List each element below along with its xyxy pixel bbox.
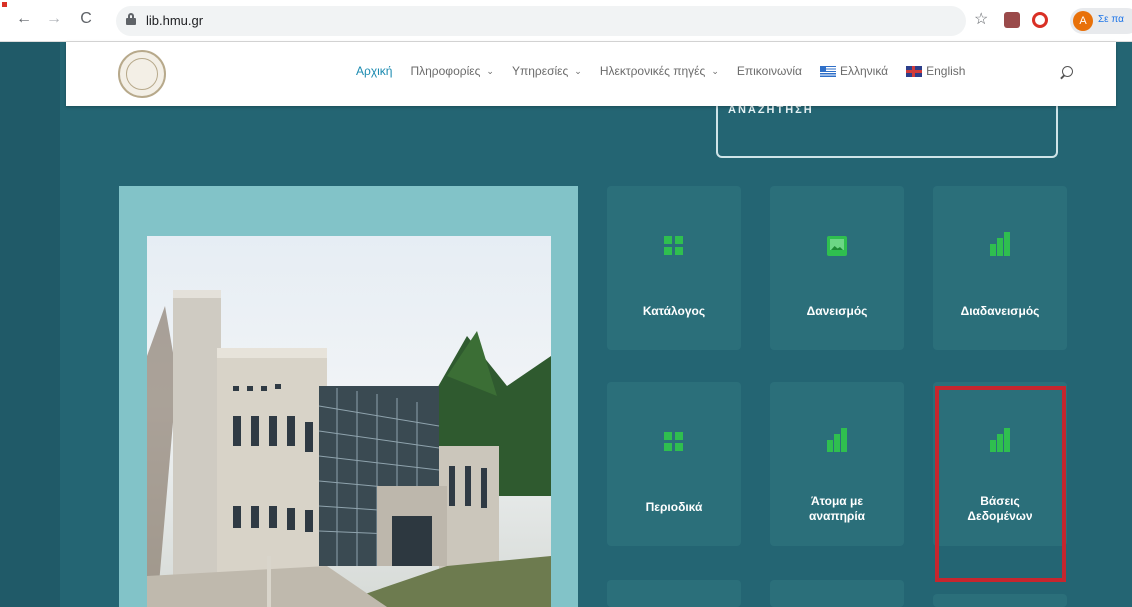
search-icon[interactable] [1060, 66, 1074, 80]
chevron-down-icon: ⌄ [574, 65, 582, 76]
uk-flag-icon [906, 65, 923, 77]
lang-label: English [926, 64, 966, 78]
tile-lending[interactable]: Δανεισμός [770, 186, 904, 350]
tile-interlibrary-loan[interactable]: Διαδανεισμός [933, 186, 1067, 350]
nav-label: Αρχική [356, 64, 393, 78]
nav-item-services[interactable]: Υπηρεσίες ⌄ [512, 64, 582, 78]
tile-partial[interactable] [933, 594, 1067, 607]
tile-label: Άτομα με αναπηρία [808, 494, 866, 523]
main-nav: Αρχική Πληροφορίες ⌄ Υπηρεσίες ⌄ Ηλεκτρονι… [356, 64, 983, 78]
profile-button[interactable]: A Σε πα [1070, 8, 1132, 34]
nav-item-e-resources[interactable]: Ηλεκτρονικές πηγές ⌄ [600, 64, 719, 78]
lock-icon [126, 13, 136, 25]
nav-label: Πληροφορίες [410, 64, 481, 78]
nav-item-info[interactable]: Πληροφορίες ⌄ [410, 64, 493, 78]
bar-chart-icon [827, 428, 849, 452]
extension-icon[interactable] [1004, 12, 1020, 28]
nav-label: Επικοινωνία [736, 64, 802, 78]
chevron-down-icon: ⌄ [711, 65, 719, 76]
tile-label: Περιοδικά [645, 500, 703, 514]
university-logo[interactable] [118, 50, 166, 98]
tile-label: Κατάλογος [642, 304, 706, 318]
address-bar[interactable]: lib.hmu.gr [116, 6, 966, 36]
bar-chart-icon [990, 232, 1012, 256]
image-icon [827, 236, 847, 256]
lang-greek-link[interactable]: Ελληνικά [819, 64, 889, 78]
nav-item-home[interactable]: Αρχική [356, 64, 392, 78]
tile-partial[interactable] [770, 580, 904, 607]
url-text: lib.hmu.gr [146, 13, 204, 28]
library-building-photo [147, 236, 551, 607]
nav-label: Ηλεκτρονικές πηγές [599, 64, 706, 78]
avatar: A [1073, 11, 1093, 31]
greek-flag-icon [819, 65, 836, 77]
nav-label: Υπηρεσίες [511, 64, 569, 78]
back-arrow-icon[interactable]: ← [14, 10, 34, 28]
reload-icon[interactable]: C [76, 10, 96, 28]
lang-label: Ελληνικά [839, 64, 889, 78]
tile-label: Διαδανεισμός [960, 304, 1040, 318]
chevron-down-icon: ⌄ [486, 65, 494, 76]
site-header: Αρχική Πληροφορίες ⌄ Υπηρεσίες ⌄ Ηλεκτρονι… [66, 42, 1116, 106]
tile-journals[interactable]: Περιοδικά [607, 382, 741, 546]
bookmark-star-icon[interactable]: ☆ [974, 9, 994, 29]
page-left-margin [0, 42, 60, 607]
tile-catalog[interactable]: Κατάλογος [607, 186, 741, 350]
search-box[interactable]: ΑΝΑΖΗΤΗΣΗ [716, 100, 1058, 158]
highlight-box [935, 386, 1066, 582]
tile-accessibility[interactable]: Άτομα με αναπηρία [770, 382, 904, 546]
grid-icon [664, 236, 684, 256]
recording-indicator [2, 2, 7, 7]
tile-partial[interactable] [607, 580, 741, 607]
extension-target-icon[interactable] [1032, 12, 1048, 28]
browser-toolbar: ← → C lib.hmu.gr ☆ A Σε πα [0, 0, 1132, 42]
profile-label: Σε πα [1098, 14, 1124, 25]
forward-arrow-icon[interactable]: → [44, 10, 64, 28]
nav-item-contact[interactable]: Επικοινωνία [737, 64, 802, 78]
lang-english-link[interactable]: English [906, 64, 965, 78]
tile-label: Δανεισμός [806, 304, 868, 318]
grid-icon [664, 432, 684, 452]
